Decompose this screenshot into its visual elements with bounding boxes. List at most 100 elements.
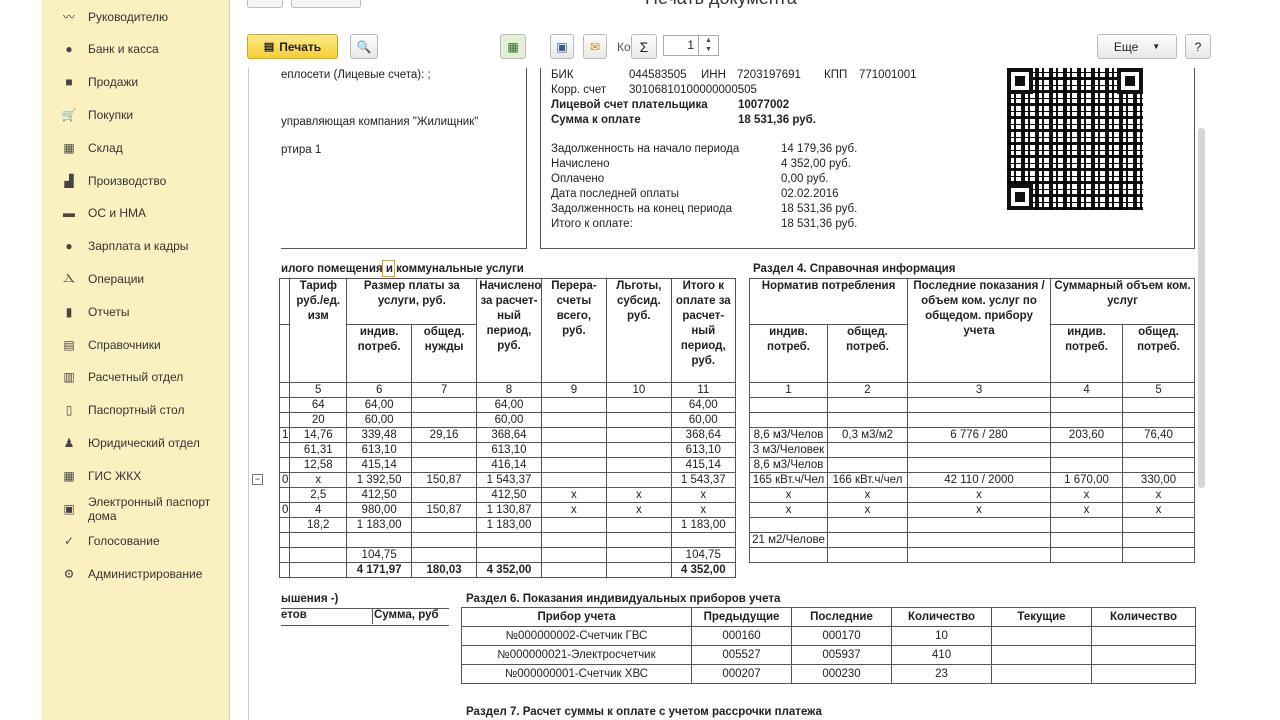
table-cell: x [826, 502, 909, 518]
printer-icon: ▤ [263, 41, 275, 53]
table-cell: x [826, 487, 909, 503]
summary-value: 02.02.2016 [781, 188, 839, 200]
collapse-toggle[interactable]: − [252, 474, 263, 485]
edit-button[interactable]: ▦ [500, 34, 526, 59]
summary-label: Дата последней оплаты [551, 188, 679, 200]
edit-table-icon: ▦ [507, 39, 519, 54]
summary-label: Итого к оплате: [551, 218, 633, 230]
section7-title: Раздел 7. Расчет суммы к оплате с учетом… [466, 706, 822, 718]
table-cell: 4 352,00 [670, 562, 737, 578]
book-icon: ▤ [63, 337, 75, 352]
table-cell: 165 кВт.ч/Чел [749, 472, 828, 488]
table-cell: 1 543,37 [476, 472, 542, 488]
nav-item-7[interactable]: ● Зарплата и кадры [42, 230, 229, 263]
scroll-thumb[interactable] [1198, 128, 1205, 488]
table-cell: 6 776 / 280 [907, 427, 1052, 443]
section5-divider [372, 608, 373, 624]
nav-item-3[interactable]: 🛒 Покупки [42, 98, 229, 131]
table-row [749, 412, 1196, 428]
table-cell [410, 457, 478, 473]
table-cell: x [907, 502, 1052, 518]
copies-input[interactable]: 1 [663, 35, 699, 56]
nav-item-12[interactable]: ▯ Паспортный стол [42, 394, 229, 427]
forward-button[interactable] [291, 0, 361, 8]
copies-stepper[interactable]: ▲ ▼ [699, 35, 719, 56]
nav-item-10[interactable]: ▤ Справочники [42, 328, 229, 361]
table-cell: 339,48 [346, 427, 412, 443]
summary-label: Начислено [551, 158, 610, 170]
preview-button[interactable]: 🔍 [350, 34, 378, 59]
email-button[interactable]: ✉ [583, 34, 607, 59]
bag-icon: ■ [65, 75, 73, 90]
document-scrollbar[interactable] [1196, 68, 1208, 720]
kpp-value: 771001001 [859, 69, 917, 81]
lawyer-icon: ♟ [63, 435, 75, 450]
chevron-down-icon: ▼ [1152, 42, 1161, 51]
nav-item-15[interactable]: ▣ Электронный паспорт дома [42, 492, 229, 525]
nav-item-2[interactable]: ■ Продажи [42, 66, 229, 99]
table-cell [289, 547, 348, 563]
nav-item-5[interactable]: ▟ Производство [42, 164, 229, 197]
nav-item-9[interactable]: ▮ Отчеты [42, 295, 229, 328]
table-cell: x [1122, 487, 1196, 503]
more-button[interactable]: Еще ▼ [1097, 34, 1177, 59]
table-cell: x [606, 502, 672, 518]
table-row: 8,6 м3/Челов 0,3 м3/м2 6 776 / 280 203,60 76… [749, 427, 1196, 443]
table-cell [1050, 412, 1124, 428]
t4-h-obsh-2: общед. потреб. [1122, 324, 1196, 383]
nav-item-16[interactable]: ✓ Голосование [42, 525, 229, 558]
table-cell [1050, 517, 1124, 533]
account-label: Лицевой счет плательщика [551, 99, 708, 111]
table-cell [278, 517, 291, 533]
table-cell [410, 487, 478, 503]
table-cell: 60,00 [346, 412, 412, 428]
table-cell [826, 517, 909, 533]
table-cell: 203,60 [1050, 427, 1124, 443]
section6-table: Прибор учета Предыдущие Последние Количеств… [461, 607, 1196, 684]
table-cell: 64,00 [670, 397, 737, 413]
nav-item-8[interactable]: Ⲇ Операции [42, 262, 229, 295]
table-cell: 000170 [791, 626, 892, 646]
table-cell [410, 442, 478, 458]
table-cell [1122, 532, 1196, 548]
save-button[interactable]: ▣ [550, 34, 574, 59]
sum-button[interactable]: Σ [631, 34, 657, 59]
table-cell: 7 [410, 382, 478, 398]
nav-item-11[interactable]: ▥ Расчетный отдел [42, 361, 229, 394]
table-cell: x [606, 487, 672, 503]
nav-item-0[interactable]: 〰 Руководителю [42, 0, 229, 33]
right-gutter [1235, 0, 1280, 720]
t4-h-last: Последние показания / объем ком. услуг п… [907, 278, 1052, 383]
nav-item-4[interactable]: ▦ Склад [42, 131, 229, 164]
nav-item-14[interactable]: ▦ ГИС ЖКХ [42, 459, 229, 492]
table-cell [907, 397, 1052, 413]
table-cell: 980,00 [346, 502, 412, 518]
nav-item-6[interactable]: ▬ ОС и НМА [42, 197, 229, 230]
help-button[interactable]: ? [1185, 34, 1211, 59]
t4-h-sum: Суммарный объем ком. услуг [1050, 278, 1196, 325]
up-arrow-icon[interactable]: ▲ [699, 36, 718, 45]
nav-item-17[interactable]: ⚙ Администрирование [42, 558, 229, 591]
table-cell: 005937 [791, 645, 892, 665]
table-cell [1091, 664, 1196, 684]
table-cell: x [540, 487, 608, 503]
nav-item-13[interactable]: ♟ Юридический отдел [42, 426, 229, 459]
table-cell [907, 412, 1052, 428]
nav-item-label: Электронный паспорт дома [88, 494, 211, 523]
table-cell: 60,00 [476, 412, 542, 428]
back-button[interactable] [247, 0, 283, 8]
table-row [749, 517, 1196, 533]
section5-title: ышения -) [281, 593, 339, 605]
nav-item-1[interactable]: ● Банк и касса [42, 33, 229, 66]
table-cell [826, 412, 909, 428]
table-cell: 8,6 м3/Челов [749, 457, 828, 473]
print-button[interactable]: ▤ Печать [247, 34, 338, 59]
table-cell [907, 442, 1052, 458]
table-cell: 005527 [691, 645, 792, 665]
table-cell: Предыдущие [691, 607, 792, 627]
table-cell: 2,5 [289, 487, 348, 503]
nav-item-label: Администрирование [88, 567, 203, 582]
table-cell: 1 670,00 [1050, 472, 1124, 488]
down-arrow-icon[interactable]: ▼ [699, 45, 718, 54]
table-cell [540, 397, 608, 413]
